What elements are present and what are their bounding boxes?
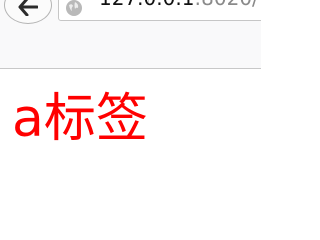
- url-host: 127.0.0.1: [99, 0, 194, 10]
- arrow-left-icon: [18, 0, 38, 16]
- url-text[interactable]: 127.0.0.1:8020/彡: [99, 0, 261, 10]
- globe-icon: [66, 0, 82, 16]
- url-trailing: 彡: [259, 0, 261, 10]
- page-content: a标签: [0, 69, 261, 232]
- browser-toolbar: 127.0.0.1:8020/彡: [0, 0, 261, 69]
- anchor-link[interactable]: a标签: [12, 87, 148, 151]
- url-path: :8020/: [194, 0, 258, 10]
- address-bar[interactable]: 127.0.0.1:8020/彡: [58, 0, 261, 21]
- back-button[interactable]: [4, 0, 52, 24]
